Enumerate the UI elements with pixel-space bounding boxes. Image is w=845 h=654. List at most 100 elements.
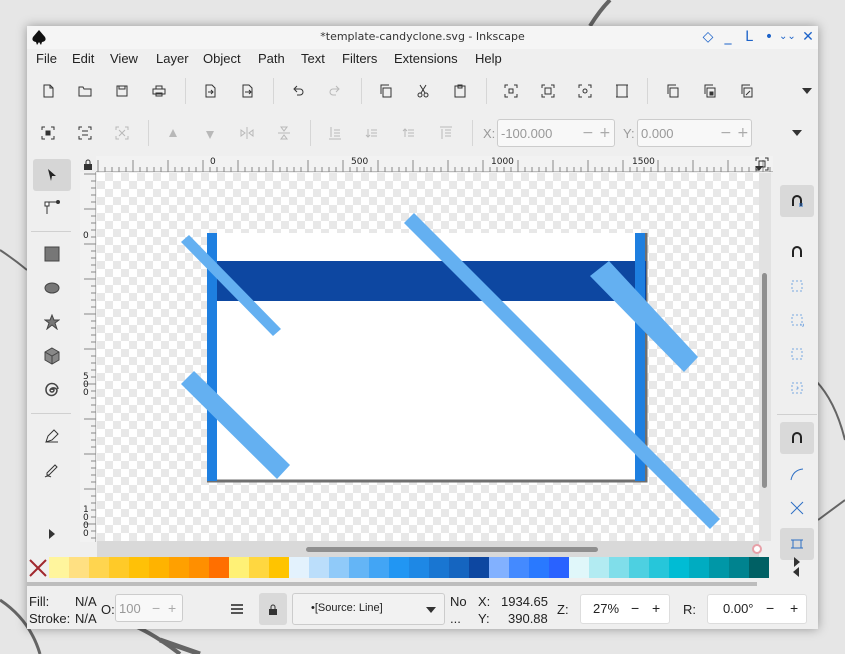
palette-swatch[interactable]: [629, 557, 649, 578]
star-tool[interactable]: [33, 306, 71, 338]
palette-swatch[interactable]: [69, 557, 89, 578]
palette-swatch[interactable]: [169, 557, 189, 578]
palette-swatch[interactable]: [609, 557, 629, 578]
palette-swatch[interactable]: [329, 557, 349, 578]
palette-swatch[interactable]: [49, 557, 69, 578]
x-coordinate-field[interactable]: -100.000 − +: [497, 119, 615, 147]
zoom-selection-icon[interactable]: [499, 79, 523, 103]
layer-lock-icon[interactable]: [259, 593, 287, 625]
drawing-canvas[interactable]: [97, 173, 759, 541]
shade-button[interactable]: •: [761, 29, 777, 45]
palette-swatch[interactable]: [589, 557, 609, 578]
palette-swatch[interactable]: [189, 557, 209, 578]
palette-swatch[interactable]: [109, 557, 129, 578]
toolbar-overflow-icon[interactable]: [795, 79, 818, 103]
snap-bbox-icon[interactable]: [780, 236, 814, 268]
duplicate-icon[interactable]: [661, 79, 685, 103]
pen-tool[interactable]: [33, 420, 71, 452]
ellipse-tool[interactable]: [33, 272, 71, 304]
toolbox-expand-icon[interactable]: [33, 518, 71, 550]
snap-bbox-corners-icon[interactable]: [780, 304, 814, 336]
save-icon[interactable]: [110, 79, 134, 103]
stroke-value[interactable]: N/A: [75, 611, 97, 626]
tool-controls-overflow-icon[interactable]: [785, 121, 809, 145]
palette-menu-icon[interactable]: [793, 566, 803, 580]
opacity-increment-icon[interactable]: +: [168, 600, 176, 616]
x-decrement-icon[interactable]: −: [582, 125, 594, 141]
raise-icon[interactable]: [397, 121, 421, 145]
palette-swatch[interactable]: [369, 557, 389, 578]
palette-swatch[interactable]: [409, 557, 429, 578]
keep-above-icon[interactable]: ◇: [700, 29, 716, 45]
palette-swatch[interactable]: [749, 557, 769, 578]
header-banner[interactable]: [207, 261, 646, 301]
rotate-ccw-icon[interactable]: [161, 121, 185, 145]
palette-swatch[interactable]: [89, 557, 109, 578]
maximize-button[interactable]: L: [741, 29, 757, 45]
palette-swatch[interactable]: [349, 557, 369, 578]
horizontal-scroll-thumb[interactable]: [306, 547, 598, 552]
y-coordinate-field[interactable]: 0.000 − +: [637, 119, 752, 147]
undo-icon[interactable]: [286, 79, 310, 103]
menu-edit[interactable]: Edit: [72, 51, 94, 66]
paste-icon[interactable]: [448, 79, 472, 103]
y-increment-icon[interactable]: +: [737, 125, 749, 141]
open-icon[interactable]: [73, 79, 97, 103]
snap-bbox-centers-icon[interactable]: [780, 372, 814, 404]
palette-swatch[interactable]: [689, 557, 709, 578]
palette-swatch[interactable]: [129, 557, 149, 578]
menu-path[interactable]: Path: [258, 51, 285, 66]
palette-scrollbar[interactable]: [27, 582, 757, 586]
menu-file[interactable]: File: [36, 51, 57, 66]
palette-swatch[interactable]: [729, 557, 749, 578]
rotation-field[interactable]: 0.00° − +: [707, 594, 807, 624]
rotate-cw-step-icon[interactable]: +: [790, 600, 798, 616]
snap-intersections-icon[interactable]: [780, 492, 814, 524]
palette-swatch[interactable]: [289, 557, 309, 578]
fill-value[interactable]: N/A: [75, 594, 97, 609]
menu-object[interactable]: Object: [203, 51, 241, 66]
palette-swatch[interactable]: [229, 557, 249, 578]
select-all-icon[interactable]: [36, 121, 60, 145]
palette-swatch[interactable]: [309, 557, 329, 578]
new-document-icon[interactable]: [36, 79, 60, 103]
palette-swatch[interactable]: [249, 557, 269, 578]
palette-swatch[interactable]: [209, 557, 229, 578]
x-increment-icon[interactable]: +: [599, 125, 611, 141]
select-all-layers-icon[interactable]: [73, 121, 97, 145]
vertical-scroll-thumb[interactable]: [762, 273, 767, 488]
node-tool[interactable]: [33, 192, 71, 224]
palette-swatch[interactable]: [549, 557, 569, 578]
palette-swatch[interactable]: [269, 557, 289, 578]
snap-paths-icon[interactable]: [780, 458, 814, 490]
opacity-decrement-icon[interactable]: −: [152, 600, 160, 616]
spiral-tool[interactable]: [33, 374, 71, 406]
layer-dropdown[interactable]: •[Source: Line]: [292, 593, 445, 625]
lower-to-bottom-icon[interactable]: [323, 121, 347, 145]
horizontal-ruler[interactable]: 0 500 1000 1500: [96, 156, 773, 172]
snap-bbox-midpoints-icon[interactable]: [780, 338, 814, 370]
palette-swatch[interactable]: [669, 557, 689, 578]
3d-box-tool[interactable]: [33, 340, 71, 372]
snap-toggle-icon[interactable]: [780, 185, 814, 217]
snap-bbox-edges-icon[interactable]: [780, 270, 814, 302]
on-all-desktops-button[interactable]: ⌄⌄: [779, 29, 796, 45]
unlink-clone-icon[interactable]: [735, 79, 759, 103]
palette-swatch[interactable]: [469, 557, 489, 578]
no-paint-swatch[interactable]: [27, 557, 49, 578]
palette-swatch[interactable]: [449, 557, 469, 578]
menu-text[interactable]: Text: [301, 51, 325, 66]
vertical-scrollbar[interactable]: [759, 173, 771, 541]
menu-extensions[interactable]: Extensions: [394, 51, 458, 66]
palette-swatch[interactable]: [529, 557, 549, 578]
cut-icon[interactable]: [411, 79, 435, 103]
flip-vertical-icon[interactable]: [272, 121, 296, 145]
rotate-ccw-step-icon[interactable]: −: [766, 600, 774, 616]
opacity-field[interactable]: 100 − +: [115, 594, 183, 622]
copy-icon[interactable]: [374, 79, 398, 103]
palette-swatch[interactable]: [709, 557, 729, 578]
clone-icon[interactable]: [698, 79, 722, 103]
guide-lock-icon[interactable]: [80, 156, 96, 172]
menu-view[interactable]: View: [110, 51, 138, 66]
zoom-field[interactable]: 27% − +: [580, 594, 670, 624]
